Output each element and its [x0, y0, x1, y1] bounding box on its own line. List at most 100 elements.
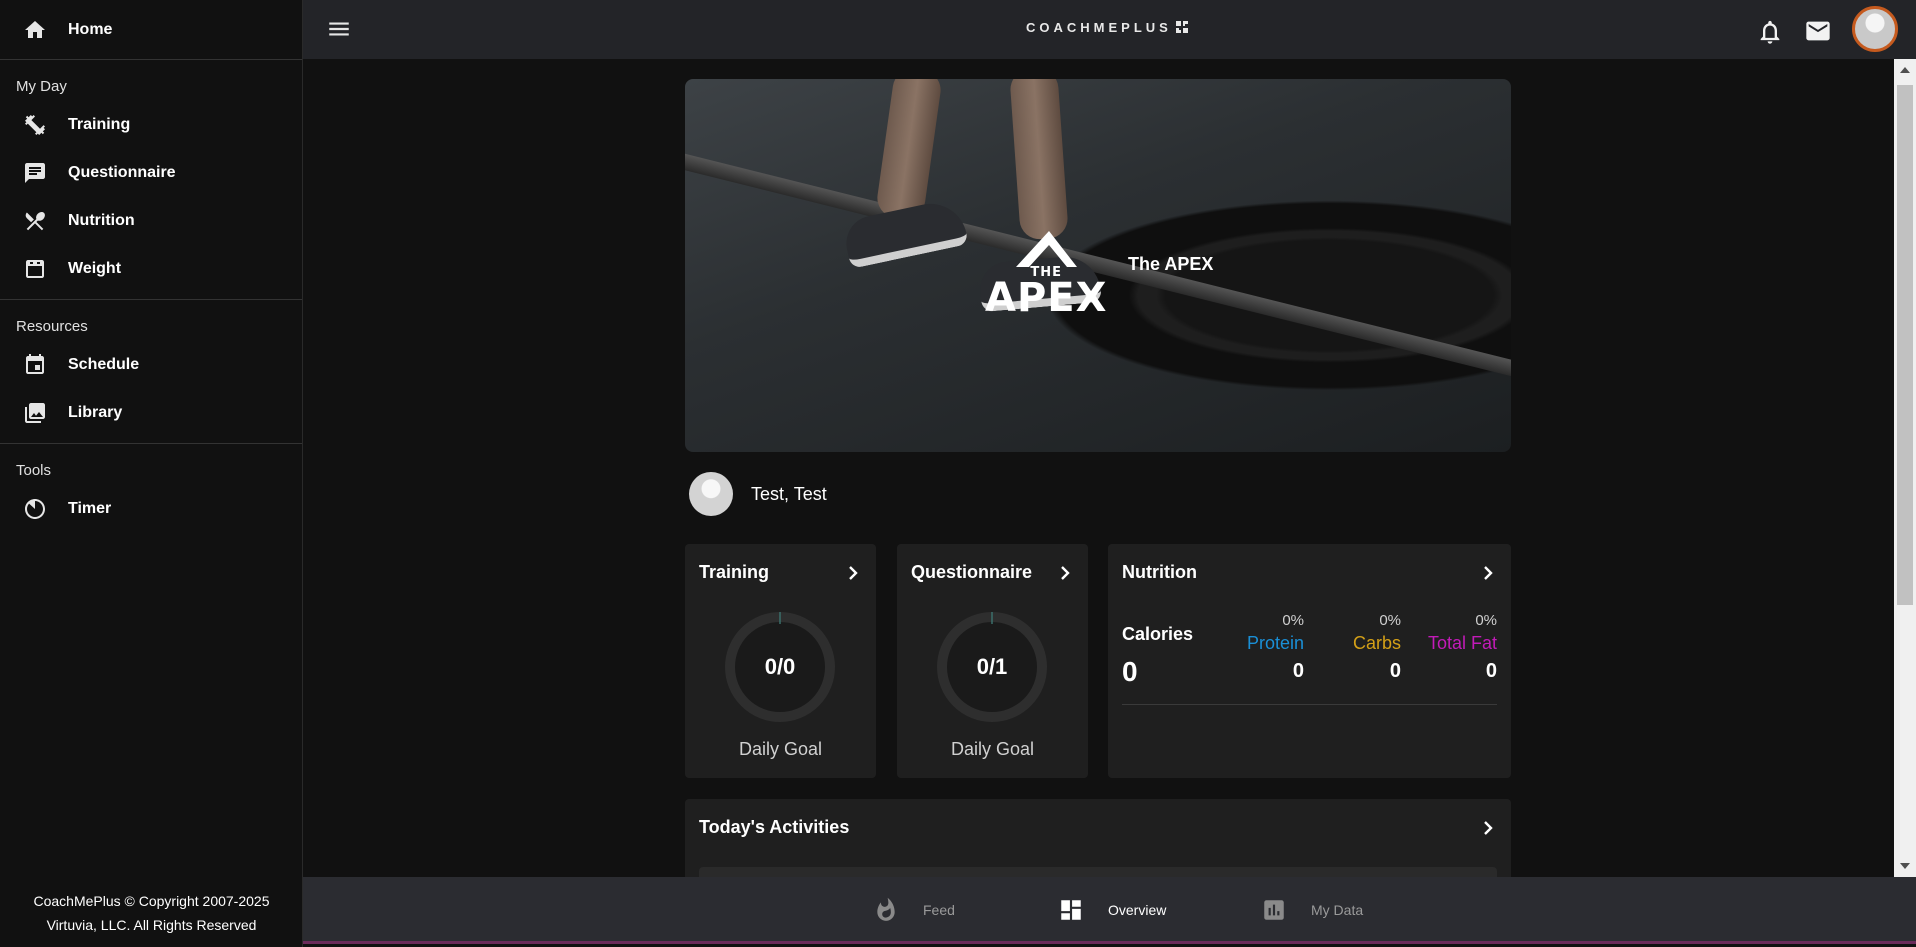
tab-feed[interactable]: Feed: [873, 897, 955, 923]
sidebar-item-questionnaire[interactable]: Questionnaire: [0, 149, 302, 197]
tab-label: Overview: [1108, 902, 1167, 918]
tab-label: My Data: [1311, 902, 1364, 918]
menu-button[interactable]: [325, 16, 353, 42]
library-icon: [22, 400, 48, 426]
sidebar-item-label: Training: [68, 116, 131, 133]
macro-fat: 0% Total Fat 0: [1428, 612, 1497, 683]
macro-name: Carbs: [1352, 633, 1401, 653]
sidebar-item-training[interactable]: Training: [0, 101, 302, 149]
sidebar-item-label: Schedule: [68, 356, 140, 373]
sidebar-item-label: Questionnaire: [68, 164, 176, 181]
section-title: Tools: [16, 462, 52, 479]
macro-protein: 0% Protein 0: [1247, 612, 1304, 683]
bottom-nav: Feed Overview My Data: [303, 877, 1916, 944]
scale-icon: [22, 256, 48, 282]
sidebar-item-label: Home: [68, 20, 113, 38]
home-icon: [22, 17, 48, 43]
sidebar-item-home[interactable]: Home: [0, 0, 302, 60]
utensils-icon: [22, 208, 48, 234]
section-title: Resources: [16, 318, 88, 335]
chevron-right-icon: [1061, 565, 1070, 580]
progress-value: 0/0: [764, 654, 796, 679]
brand-mark-icon: [1175, 21, 1188, 33]
top-bar: COACHMEPLUS: [303, 0, 1916, 59]
team-banner: THE APEX The APEX: [685, 79, 1511, 452]
activities-card[interactable]: Today's Activities: [685, 799, 1511, 877]
goal-label: Daily Goal: [738, 739, 823, 759]
training-open-button[interactable]: [844, 564, 862, 582]
macro-name: Protein: [1246, 633, 1304, 653]
rights-text: Virtuvia, LLC. All Rights Reserved: [46, 917, 257, 933]
mountain-icon: [1016, 231, 1078, 267]
brand-text: COACHMEPLUS: [1026, 20, 1172, 35]
calories-label: Calories: [1122, 624, 1194, 644]
macro-value: 0: [1292, 660, 1304, 682]
copyright-text: CoachMePlus © Copyright 2007-2025: [33, 893, 270, 909]
scroll-thumb[interactable]: [1897, 85, 1913, 605]
user-name: Test, Test: [751, 483, 827, 504]
sidebar-item-nutrition[interactable]: Nutrition: [0, 197, 302, 245]
apex-logo: THE APEX: [985, 229, 1108, 321]
section-title: My Day: [16, 78, 67, 95]
calories-value: 0: [1122, 656, 1138, 687]
messages-button[interactable]: [1804, 17, 1832, 45]
bell-icon: [1760, 20, 1780, 44]
scrollbar[interactable]: [1894, 59, 1916, 877]
chevron-right-icon: [1484, 820, 1493, 835]
macro-value: 0: [1389, 660, 1401, 682]
card-title: Today's Activities: [699, 817, 850, 837]
activities-open-button[interactable]: [1479, 819, 1497, 837]
macro-name: Total Fat: [1427, 633, 1497, 653]
main-content: THE APEX The APEX Test, Test Training 0/…: [303, 59, 1894, 877]
chat-icon: [22, 160, 48, 186]
flame-icon: [877, 897, 895, 921]
brand-logo: COACHMEPLUS: [1026, 20, 1188, 35]
card-title: Questionnaire: [911, 562, 1033, 582]
questionnaire-open-button[interactable]: [1056, 564, 1074, 582]
scroll-up-arrow-icon[interactable]: [1900, 67, 1910, 73]
sidebar-item-schedule[interactable]: Schedule: [0, 341, 302, 389]
macro-pct: 0%: [1282, 612, 1304, 629]
logo-apex: APEX: [985, 275, 1108, 321]
sidebar: Home My Day Training Questionnaire Nutri…: [0, 0, 303, 947]
mail-icon: [1806, 21, 1830, 41]
calendar-icon: [22, 352, 48, 378]
sidebar-item-timer[interactable]: Timer: [0, 485, 302, 533]
dumbbell-icon: [22, 112, 48, 138]
macro-carbs: 0% Carbs 0: [1353, 612, 1401, 683]
chevron-right-icon: [849, 565, 858, 580]
sidebar-item-label: Timer: [68, 500, 112, 517]
goal-label: Daily Goal: [950, 739, 1035, 759]
timer-icon: [22, 496, 48, 522]
tab-my-data[interactable]: My Data: [1261, 897, 1363, 923]
dashboard-icon: [1061, 900, 1081, 920]
card-title: Nutrition: [1122, 562, 1197, 582]
team-name: The APEX: [1128, 254, 1214, 274]
card-title: Training: [699, 562, 770, 582]
sidebar-section-resources: Resources Schedule Library: [0, 300, 302, 444]
leg-image: [874, 79, 944, 222]
top-icons: [1756, 6, 1898, 52]
macro-pct: 0%: [1379, 612, 1401, 629]
scroll-down-arrow-icon[interactable]: [1900, 863, 1910, 869]
training-card[interactable]: Training 0/0 Daily Goal: [685, 544, 876, 778]
divider: [1122, 704, 1497, 705]
sidebar-section-tools: Tools Timer: [0, 444, 302, 539]
sidebar-item-library[interactable]: Library: [0, 389, 302, 437]
sidebar-item-label: Library: [68, 404, 123, 421]
questionnaire-card[interactable]: Questionnaire 0/1 Daily Goal: [897, 544, 1088, 778]
nutrition-card[interactable]: Nutrition Calories 0 0% Protein 0 0% Car…: [1108, 544, 1511, 778]
user-profile[interactable]: Test, Test: [689, 472, 827, 516]
notifications-button[interactable]: [1756, 18, 1784, 46]
nutrition-open-button[interactable]: [1479, 564, 1497, 582]
tab-overview[interactable]: Overview: [1058, 897, 1166, 923]
macro-value: 0: [1485, 660, 1497, 682]
sidebar-footer: CoachMePlus © Copyright 2007-2025 Virtuv…: [0, 889, 303, 937]
sidebar-section-my-day: My Day Training Questionnaire Nutrition …: [0, 60, 302, 300]
bar-chart-icon: [1264, 900, 1284, 920]
hamburger-icon: [329, 22, 349, 36]
sidebar-item-weight[interactable]: Weight: [0, 245, 302, 293]
macro-pct: 0%: [1475, 612, 1497, 629]
user-avatar-button[interactable]: [1852, 6, 1898, 52]
chevron-right-icon: [1484, 565, 1493, 580]
